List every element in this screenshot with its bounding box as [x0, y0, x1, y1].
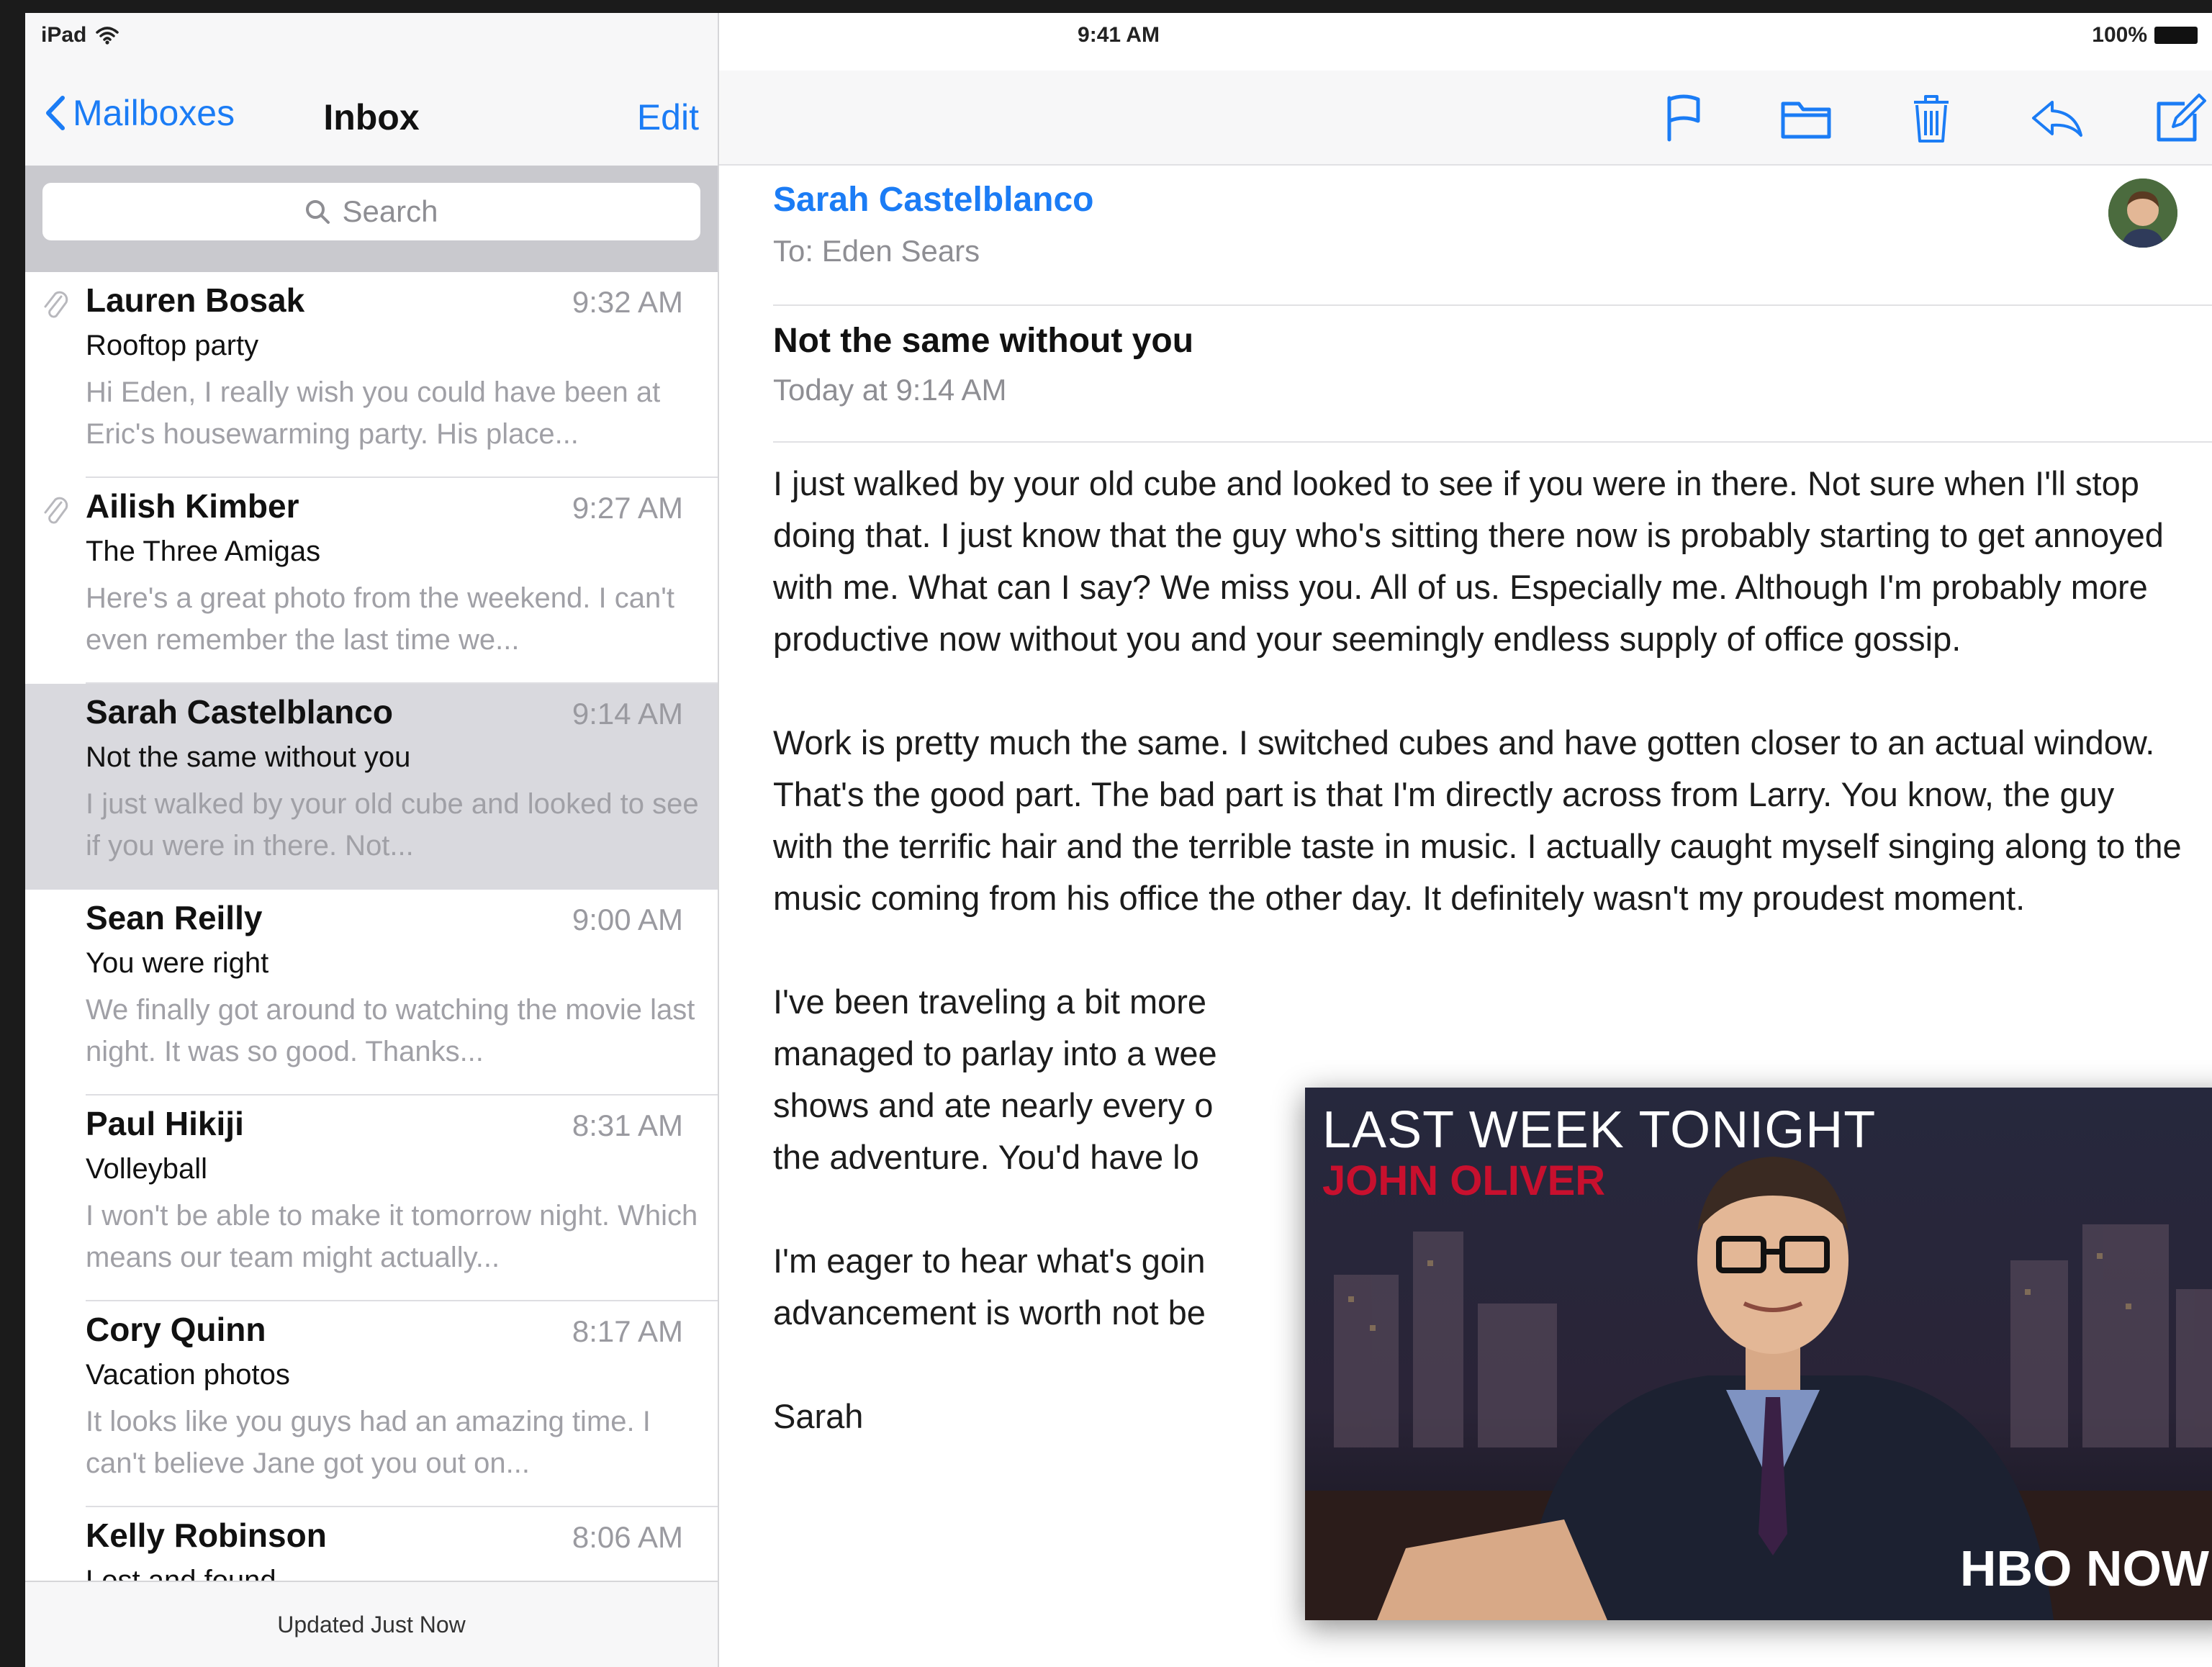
email-preview: We finally got around to watching the mo…	[86, 994, 695, 1067]
trash-icon[interactable]	[1902, 89, 1960, 147]
body-paragraph: Work is pretty much the same. I switched…	[773, 723, 2182, 917]
video-show-subtitle: JOHN OLIVER	[1322, 1157, 1606, 1204]
compose-icon[interactable]	[2152, 89, 2209, 147]
email-subject: Lost and found	[86, 1565, 276, 1582]
search-placeholder: Search	[342, 194, 438, 228]
paperclip-icon	[44, 291, 68, 318]
email-subject: Vacation photos	[86, 1359, 290, 1391]
email-subject: Volleyball	[86, 1153, 208, 1185]
message-date: Today at 9:14 AM	[773, 373, 1007, 407]
battery-icon	[2154, 27, 2198, 44]
email-time: 9:14 AM	[572, 697, 683, 731]
email-subject: Rooftop party	[86, 330, 259, 361]
email-row[interactable]: Ailish Kimber 9:27 AM The Three Amigas H…	[25, 478, 718, 684]
email-list: Lauren Bosak 9:32 AM Rooftop party Hi Ed…	[25, 272, 718, 1582]
email-preview: I won't be able to make it tomorrow nigh…	[86, 1200, 698, 1273]
reply-icon[interactable]	[2028, 89, 2085, 147]
picture-in-picture-video[interactable]: LAST WEEK TONIGHT JOHN OLIVER HBO NOW	[1305, 1088, 2212, 1620]
device-frame: Mailboxes Inbox Edit Search Lauren Bosak…	[0, 0, 2212, 1667]
folder-icon[interactable]	[1777, 89, 1835, 147]
email-row[interactable]: Sean Reilly 9:00 AM You were right We fi…	[25, 890, 718, 1095]
message-toolbar	[719, 71, 2212, 166]
status-bar: iPad 9:41 AM 100%	[25, 13, 2212, 63]
email-sender: Sean Reilly	[86, 899, 263, 936]
video-brand-logo: HBO NOW	[1959, 1540, 2209, 1596]
email-sender: Cory Quinn	[86, 1311, 266, 1348]
sender-name[interactable]: Sarah Castelblanco	[773, 180, 2183, 220]
battery-percent: 100%	[2092, 23, 2147, 47]
email-time: 9:27 AM	[572, 491, 683, 525]
flag-icon[interactable]	[1655, 89, 1712, 147]
screen: Mailboxes Inbox Edit Search Lauren Bosak…	[25, 13, 2212, 1667]
email-time: 9:00 AM	[572, 903, 683, 936]
message-header: Sarah Castelblanco To: Eden Sears	[773, 180, 2183, 268]
recipient-line: To: Eden Sears	[773, 234, 980, 268]
body-paragraph: I've been traveling a bit more managed t…	[773, 982, 1217, 1176]
email-row[interactable]: Paul Hikiji 8:31 AM Volleyball I won't b…	[25, 1095, 718, 1301]
email-preview: I just walked by your old cube and looke…	[86, 788, 699, 862]
email-time: 8:06 AM	[572, 1520, 683, 1554]
email-sender: Lauren Bosak	[86, 281, 305, 319]
search-icon	[306, 200, 330, 224]
inbox-title: Inbox	[323, 97, 420, 137]
update-status: Updated Just Now	[25, 1581, 718, 1667]
email-row[interactable]: Lauren Bosak 9:32 AM Rooftop party Hi Ed…	[25, 272, 718, 478]
subject-divider	[773, 441, 2212, 443]
email-time: 9:32 AM	[572, 285, 683, 319]
email-sender: Ailish Kimber	[86, 487, 299, 525]
email-row[interactable]: Cory Quinn 8:17 AM Vacation photos It lo…	[25, 1301, 718, 1507]
header-divider	[773, 304, 2212, 306]
left-nav-bar: Mailboxes Inbox Edit	[25, 71, 718, 164]
email-time: 8:31 AM	[572, 1108, 683, 1142]
email-row[interactable]: Kelly Robinson 8:06 AM Lost and found	[25, 1507, 718, 1582]
body-paragraph: I just walked by your old cube and looke…	[773, 464, 2164, 658]
email-subject: Not the same without you	[86, 741, 411, 773]
email-sender: Sarah Castelblanco	[86, 693, 393, 731]
message-subject: Not the same without you	[773, 322, 1194, 360]
email-time: 8:17 AM	[572, 1314, 683, 1348]
status-time: 9:41 AM	[1078, 23, 1160, 47]
email-row-selected[interactable]: Sarah Castelblanco 9:14 AM Not the same …	[25, 684, 718, 890]
email-sender: Kelly Robinson	[86, 1517, 327, 1554]
email-preview: Here's a great photo from the weekend. I…	[86, 582, 674, 656]
status-right: 100%	[2092, 23, 2198, 48]
paperclip-icon	[44, 497, 68, 524]
avatar-image	[2108, 179, 2177, 248]
avatar[interactable]	[2108, 179, 2177, 248]
mailbox-pane: Mailboxes Inbox Edit Search Lauren Bosak…	[25, 13, 719, 1667]
search-bar: Search	[25, 166, 718, 272]
edit-button[interactable]: Edit	[637, 96, 699, 138]
email-sender: Paul Hikiji	[86, 1105, 244, 1142]
email-preview: It looks like you guys had an amazing ti…	[86, 1406, 651, 1479]
email-preview: Hi Eden, I really wish you could have be…	[86, 376, 661, 450]
search-input[interactable]: Search	[42, 183, 700, 240]
body-paragraph: I'm eager to hear what's goin advancemen…	[773, 1242, 1206, 1332]
email-subject: The Three Amigas	[86, 536, 321, 567]
video-show-title: LAST WEEK TONIGHT	[1322, 1101, 1877, 1159]
email-subject: You were right	[86, 947, 269, 979]
